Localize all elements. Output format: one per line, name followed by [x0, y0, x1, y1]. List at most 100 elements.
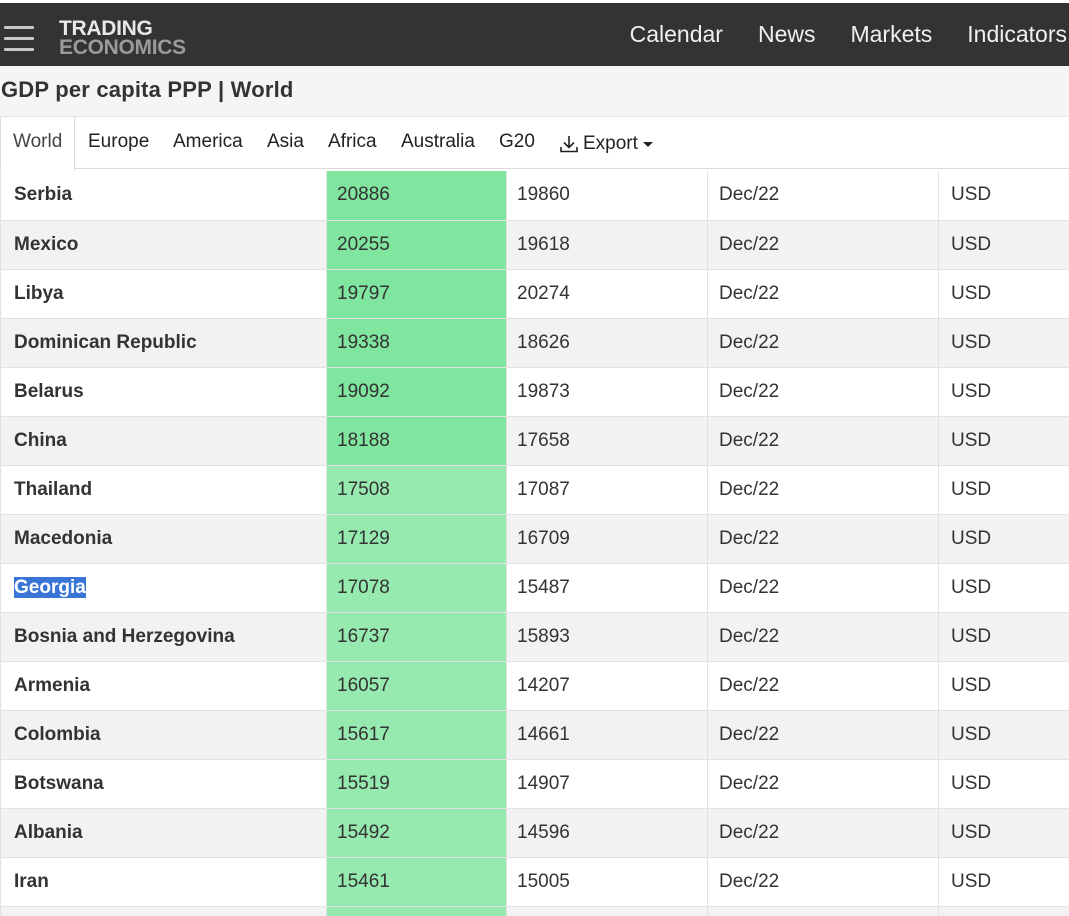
unit-label: USD	[938, 416, 1069, 465]
unit-label: USD	[938, 318, 1069, 367]
last-value: 17508	[326, 465, 507, 514]
reference-date: Dec/22	[707, 710, 939, 759]
last-value: 20255	[326, 220, 507, 269]
unit-label: USD	[938, 171, 1069, 220]
previous-value: 14661	[506, 710, 708, 759]
last-value: 15461	[326, 857, 507, 906]
reference-date: Dec/22	[707, 367, 939, 416]
previous-value: 16709	[506, 514, 708, 563]
reference-date: Dec/22	[707, 171, 939, 220]
top-navbar: TRADING ECONOMICS Calendar News Markets …	[0, 3, 1069, 66]
table-row[interactable]: Botswana 15519 14907 Dec/22 USD	[0, 759, 1069, 808]
last-value: 19797	[326, 269, 507, 318]
table-row[interactable]: Dominican Republic 19338 18626 Dec/22 USD	[0, 318, 1069, 367]
nav-calendar[interactable]: Calendar	[630, 21, 723, 48]
reference-date: Dec/22	[707, 857, 939, 906]
logo-line2: ECONOMICS	[59, 36, 186, 59]
last-value: 15617	[326, 710, 507, 759]
unit-label: USD	[938, 220, 1069, 269]
unit-label: USD	[938, 661, 1069, 710]
tab-america[interactable]: America	[173, 117, 243, 170]
table-row[interactable]: Libya 19797 20274 Dec/22 USD	[0, 269, 1069, 318]
reference-date: Dec/22	[707, 318, 939, 367]
last-value: 15519	[326, 759, 507, 808]
title-bar: GDP per capita PPP | World	[0, 66, 1069, 116]
unit-label: USD	[938, 808, 1069, 857]
previous-value: 14596	[506, 808, 708, 857]
last-value: 15492	[326, 808, 507, 857]
previous-value: 15893	[506, 612, 708, 661]
table-row[interactable]: Iran 15461 15005 Dec/22 USD	[0, 857, 1069, 906]
tab-world[interactable]: World	[0, 117, 76, 171]
previous-value: 19860	[506, 171, 708, 220]
table-row[interactable]: Armenia 16057 14207 Dec/22 USD	[0, 661, 1069, 710]
reference-date: Dec/22	[707, 759, 939, 808]
table-row[interactable]: Georgia 17078 15487 Dec/22 USD	[0, 563, 1069, 612]
table-row[interactable]: Colombia 15617 14661 Dec/22 USD	[0, 710, 1069, 759]
tab-europe[interactable]: Europe	[88, 117, 149, 170]
table-row[interactable]: Mexico 20255 19618 Dec/22 USD	[0, 220, 1069, 269]
tab-asia[interactable]: Asia	[267, 117, 304, 170]
last-value: 18188	[326, 416, 507, 465]
country-link[interactable]: Iran	[0, 857, 327, 906]
country-link[interactable]: Colombia	[0, 710, 327, 759]
country-link[interactable]: Georgia	[0, 563, 327, 612]
table-row[interactable]: Thailand 17508 17087 Dec/22 USD	[0, 465, 1069, 514]
nav-indicators[interactable]: Indicators	[967, 21, 1067, 48]
reference-date: Dec/22	[707, 220, 939, 269]
tab-australia[interactable]: Australia	[401, 117, 475, 170]
table-row[interactable]: Serbia 20886 19860 Dec/22 USD	[0, 171, 1069, 220]
country-link[interactable]: Thailand	[0, 465, 327, 514]
last-value: 20886	[326, 171, 507, 220]
unit-label: USD	[938, 465, 1069, 514]
country-link[interactable]: Armenia	[0, 661, 327, 710]
tab-africa[interactable]: Africa	[328, 117, 377, 170]
table-row[interactable]: Macedonia 17129 16709 Dec/22 USD	[0, 514, 1069, 563]
reference-date: Dec/22	[707, 563, 939, 612]
country-link[interactable]: China	[0, 416, 327, 465]
previous-value: 19873	[506, 367, 708, 416]
last-value: 19338	[326, 318, 507, 367]
hamburger-menu-icon[interactable]	[4, 26, 34, 52]
reference-date: Dec/22	[707, 661, 939, 710]
last-value: 17078	[326, 563, 507, 612]
nav-markets[interactable]: Markets	[850, 21, 932, 48]
country-link[interactable]: Albania	[0, 808, 327, 857]
table-row[interactable]: Bosnia and Herzegovina 16737 15893 Dec/22 US…	[0, 612, 1069, 661]
table-row[interactable]: China 18188 17658 Dec/22 USD	[0, 416, 1069, 465]
previous-value: 14907	[506, 759, 708, 808]
data-table: Serbia 20886 19860 Dec/22 USD Mexico 20255 1961…	[0, 171, 1069, 916]
reference-date: Dec/22	[707, 465, 939, 514]
region-tabs: World Europe America Asia Africa Austral…	[0, 116, 1069, 171]
table-row[interactable]: Belarus 19092 19873 Dec/22 USD	[0, 367, 1069, 416]
caret-down-icon	[642, 141, 653, 147]
unit-label: USD	[938, 367, 1069, 416]
country-link[interactable]: Serbia	[0, 171, 327, 220]
country-link[interactable]: Bosnia and Herzegovina	[0, 612, 327, 661]
country-link[interactable]: Botswana	[0, 759, 327, 808]
export-button[interactable]: Export	[559, 117, 653, 170]
previous-value: 17658	[506, 416, 708, 465]
reference-date: Dec/22	[707, 612, 939, 661]
export-label: Export	[583, 132, 638, 154]
last-value: 16737	[326, 612, 507, 661]
selected-text: Georgia	[14, 576, 86, 598]
unit-label: USD	[938, 759, 1069, 808]
last-value: 19092	[326, 367, 507, 416]
country-link[interactable]: Belarus	[0, 367, 327, 416]
tab-g20[interactable]: G20	[499, 117, 535, 170]
country-link[interactable]: Macedonia	[0, 514, 327, 563]
country-link[interactable]: Dominican Republic	[0, 318, 327, 367]
previous-value: 15005	[506, 857, 708, 906]
country-link[interactable]: Mexico	[0, 220, 327, 269]
reference-date: Dec/22	[707, 808, 939, 857]
site-logo[interactable]: TRADING ECONOMICS	[59, 18, 186, 59]
previous-value: 19618	[506, 220, 708, 269]
unit-label: USD	[938, 857, 1069, 906]
country-link[interactable]: Libya	[0, 269, 327, 318]
download-icon	[560, 135, 578, 152]
nav-news[interactable]: News	[758, 21, 816, 48]
unit-label: USD	[938, 514, 1069, 563]
table-row[interactable]: Albania 15492 14596 Dec/22 USD	[0, 808, 1069, 857]
unit-label: USD	[938, 612, 1069, 661]
